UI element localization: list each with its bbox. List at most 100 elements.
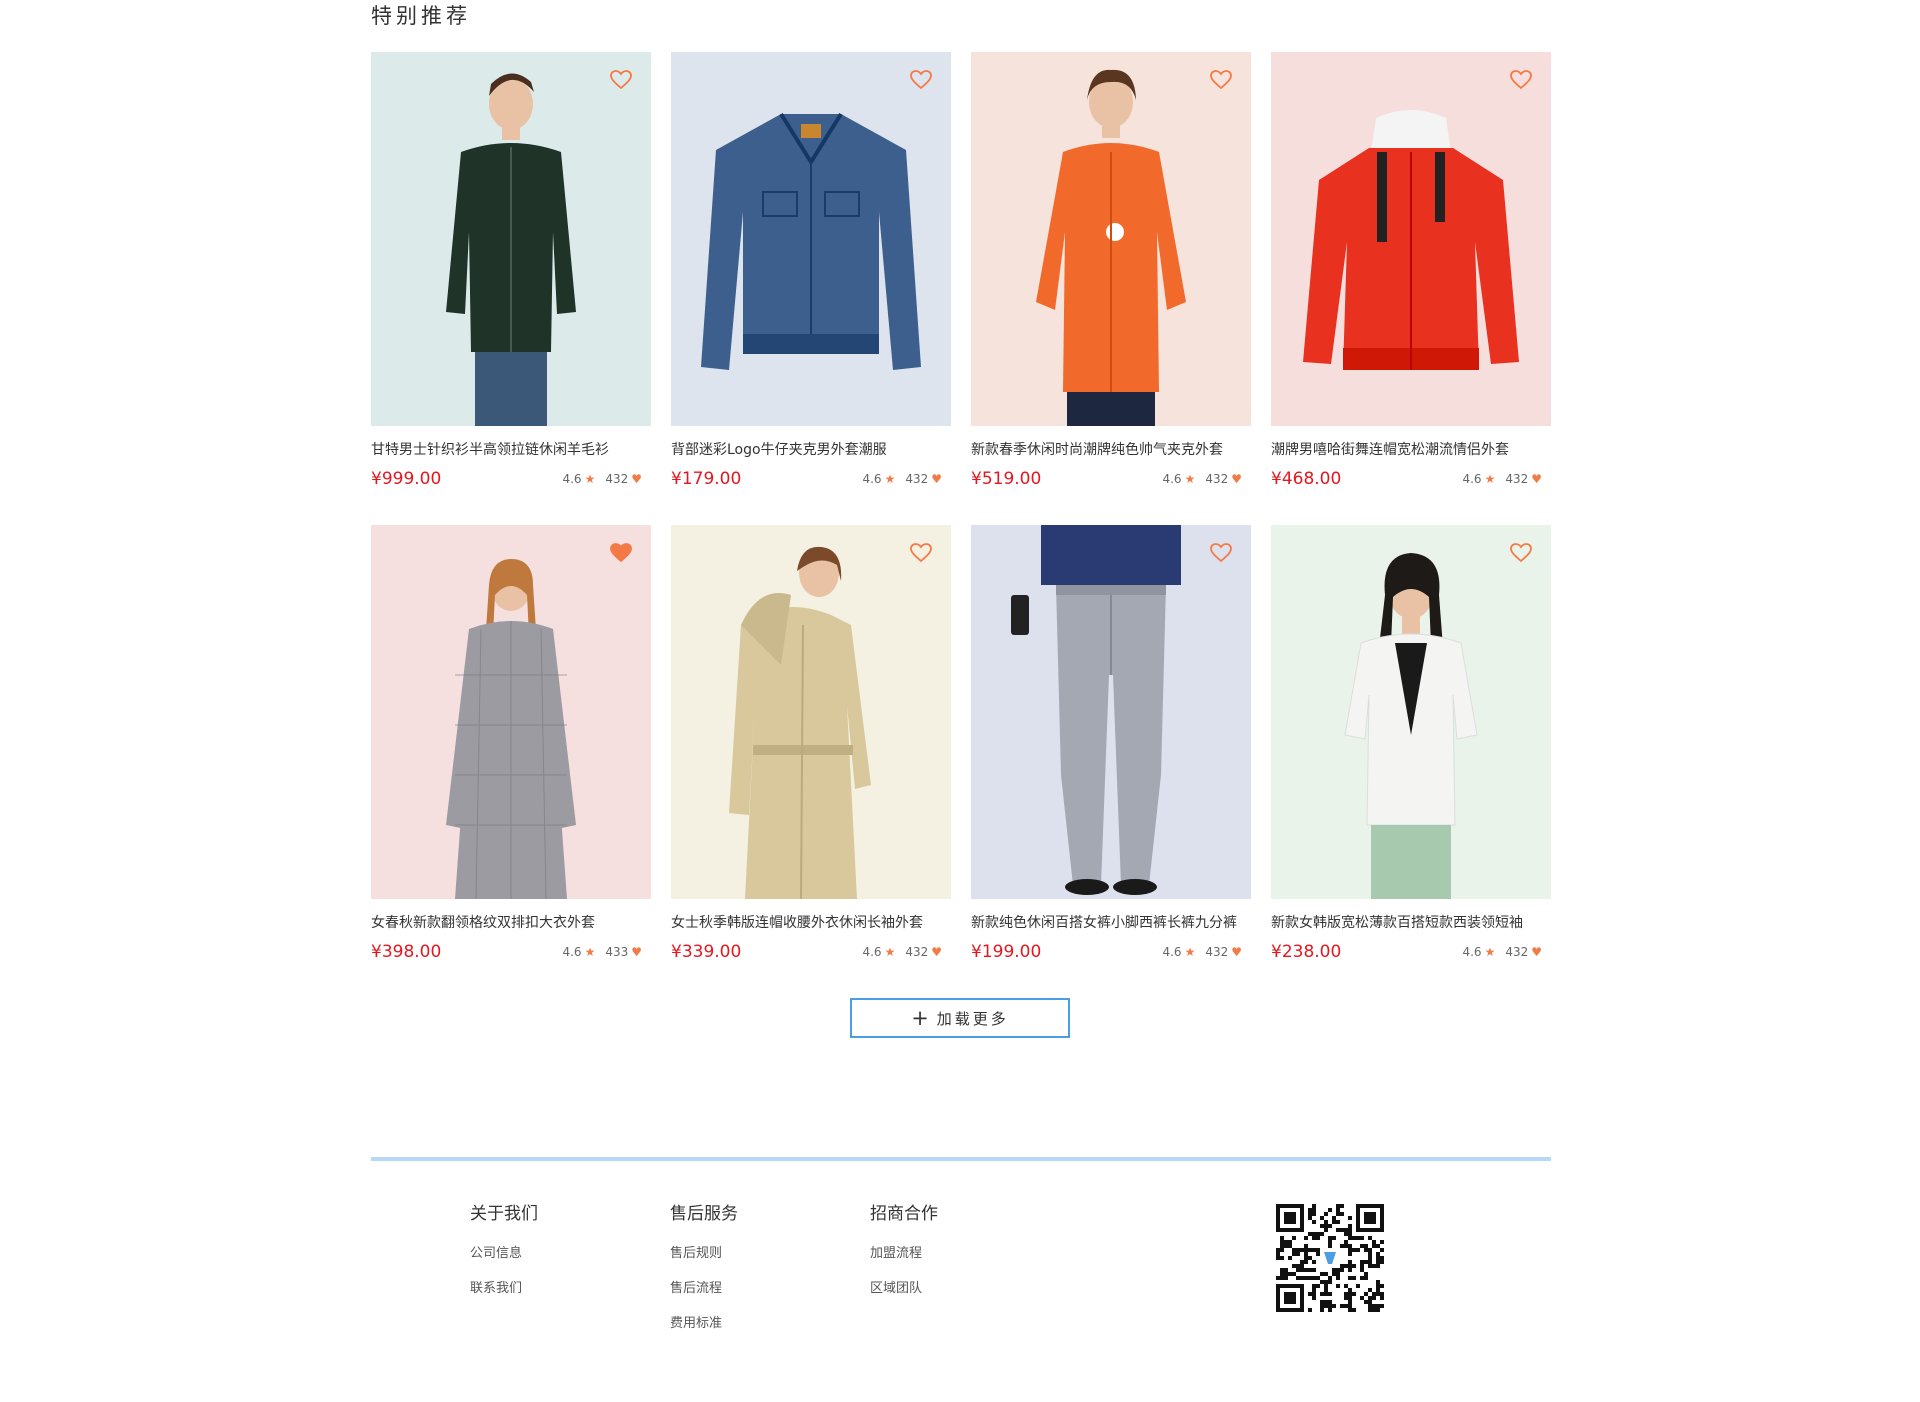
- like-count: 432: [1505, 945, 1529, 959]
- footer-link[interactable]: 区域团队: [870, 1277, 938, 1296]
- product-price: ¥199.00: [971, 942, 1042, 962]
- footer-link[interactable]: 费用标准: [670, 1312, 738, 1331]
- product-card[interactable]: 女士秋季韩版连帽收腰外衣休闲长袖外套 ¥339.00 4.6 ★ 432 ♥: [671, 525, 951, 965]
- star-icon: ★: [884, 945, 896, 959]
- garment-illustration: [1036, 69, 1186, 426]
- like-count: 432: [605, 472, 629, 486]
- rating-value: 4.6: [862, 945, 882, 959]
- product-name[interactable]: 新款女韩版宽松薄款百搭短款西装领短袖: [1271, 912, 1551, 932]
- product-card[interactable]: 女春秋新款翻领格纹双排扣大衣外套 ¥398.00 4.6 ★ 433 ♥: [371, 525, 651, 965]
- footer-link[interactable]: 公司信息: [470, 1242, 538, 1261]
- footer-link[interactable]: 售后规则: [670, 1242, 738, 1261]
- product-card[interactable]: 新款女韩版宽松薄款百搭短款西装领短袖 ¥238.00 4.6 ★ 432 ♥: [1271, 525, 1551, 965]
- product-image[interactable]: [971, 52, 1251, 426]
- product-stats: 4.6 ★ 433 ♥: [562, 945, 642, 959]
- product-stats: 4.6 ★ 432 ♥: [1162, 472, 1242, 486]
- product-image[interactable]: [371, 52, 651, 426]
- rating-value: 4.6: [862, 472, 882, 486]
- footer-divider: [371, 1157, 1551, 1161]
- product-price: ¥999.00: [371, 469, 442, 489]
- product-stats: 4.6 ★ 432 ♥: [862, 945, 942, 959]
- rating-value: 4.6: [1162, 472, 1182, 486]
- product-image[interactable]: [671, 52, 951, 426]
- favorite-heart-icon[interactable]: [610, 543, 632, 563]
- garment-illustration: [446, 559, 576, 899]
- star-icon: ★: [1184, 472, 1196, 486]
- favorite-heart-icon[interactable]: [1510, 543, 1532, 563]
- star-icon: ★: [584, 945, 596, 959]
- product-stats: 4.6 ★ 432 ♥: [862, 472, 942, 486]
- product-name[interactable]: 新款纯色休闲百搭女裤小脚西裤长裤九分裤: [971, 912, 1251, 932]
- product-stats: 4.6 ★ 432 ♥: [1462, 945, 1542, 959]
- heart-icon: ♥: [1531, 472, 1542, 486]
- footer-link[interactable]: 联系我们: [470, 1277, 538, 1296]
- product-image[interactable]: [971, 525, 1251, 899]
- favorite-heart-icon[interactable]: [910, 543, 932, 563]
- heart-icon: ♥: [1531, 945, 1542, 959]
- product-image[interactable]: [671, 525, 951, 899]
- footer-link[interactable]: 加盟流程: [870, 1242, 938, 1261]
- favorite-heart-icon[interactable]: [610, 70, 632, 90]
- product-card[interactable]: 甘特男士针织衫半高领拉链休闲羊毛衫 ¥999.00 4.6 ★ 432 ♥: [371, 52, 651, 492]
- garment-illustration: [701, 112, 921, 370]
- product-name[interactable]: 女士秋季韩版连帽收腰外衣休闲长袖外套: [671, 912, 951, 932]
- qr-code-icon: [1276, 1204, 1384, 1312]
- section-title: 特别推荐: [371, 4, 471, 28]
- like-count: 432: [1205, 945, 1229, 959]
- product-name[interactable]: 甘特男士针织衫半高领拉链休闲羊毛衫: [371, 439, 651, 459]
- favorite-heart-icon[interactable]: [910, 70, 932, 90]
- heart-icon: ♥: [631, 945, 642, 959]
- product-stats: 4.6 ★ 432 ♥: [1462, 472, 1542, 486]
- like-count: 432: [1505, 472, 1529, 486]
- heart-icon: ♥: [631, 472, 642, 486]
- rating-value: 4.6: [1462, 472, 1482, 486]
- heart-icon: ♥: [931, 945, 942, 959]
- rating-value: 4.6: [1162, 945, 1182, 959]
- favorite-heart-icon[interactable]: [1210, 70, 1232, 90]
- footer-link[interactable]: 售后流程: [670, 1277, 738, 1296]
- rating-value: 4.6: [1462, 945, 1482, 959]
- product-price: ¥339.00: [671, 942, 742, 962]
- product-image[interactable]: [1271, 52, 1551, 426]
- product-image[interactable]: [371, 525, 651, 899]
- product-price: ¥468.00: [1271, 469, 1342, 489]
- rating-value: 4.6: [562, 945, 582, 959]
- garment-illustration: [1303, 110, 1519, 370]
- product-stats: 4.6 ★ 432 ♥: [562, 472, 642, 486]
- like-count: 433: [605, 945, 629, 959]
- star-icon: ★: [1484, 945, 1496, 959]
- product-price: ¥179.00: [671, 469, 742, 489]
- product-price: ¥238.00: [1271, 942, 1342, 962]
- product-price: ¥519.00: [971, 469, 1042, 489]
- plus-icon: +: [911, 1005, 929, 1030]
- star-icon: ★: [584, 472, 596, 486]
- footer-column-title: 招商合作: [870, 1204, 938, 1224]
- footer-column-about: 关于我们 公司信息 联系我们: [470, 1199, 538, 1312]
- star-icon: ★: [884, 472, 896, 486]
- product-image[interactable]: [1271, 525, 1551, 899]
- garment-illustration: [446, 73, 576, 426]
- footer-column-title: 关于我们: [470, 1204, 538, 1224]
- product-name[interactable]: 潮牌男嘻哈街舞连帽宽松潮流情侣外套: [1271, 439, 1551, 459]
- product-card[interactable]: 新款春季休闲时尚潮牌纯色帅气夹克外套 ¥519.00 4.6 ★ 432 ♥: [971, 52, 1251, 492]
- like-count: 432: [905, 945, 929, 959]
- heart-icon: ♥: [1231, 945, 1242, 959]
- garment-illustration: [1011, 525, 1181, 895]
- product-name[interactable]: 背部迷彩Logo牛仔夹克男外套潮服: [671, 439, 951, 459]
- product-card[interactable]: 潮牌男嘻哈街舞连帽宽松潮流情侣外套 ¥468.00 4.6 ★ 432 ♥: [1271, 52, 1551, 492]
- garment-illustration: [729, 546, 871, 899]
- product-price: ¥398.00: [371, 942, 442, 962]
- product-name[interactable]: 新款春季休闲时尚潮牌纯色帅气夹克外套: [971, 439, 1251, 459]
- load-more-button[interactable]: + 加载更多: [850, 998, 1070, 1038]
- product-name[interactable]: 女春秋新款翻领格纹双排扣大衣外套: [371, 912, 651, 932]
- like-count: 432: [905, 472, 929, 486]
- favorite-heart-icon[interactable]: [1210, 543, 1232, 563]
- load-more-label: 加载更多: [936, 1009, 1009, 1028]
- footer-column-after-sales: 售后服务 售后规则 售后流程 费用标准: [670, 1199, 738, 1347]
- product-card[interactable]: 新款纯色休闲百搭女裤小脚西裤长裤九分裤 ¥199.00 4.6 ★ 432 ♥: [971, 525, 1251, 965]
- star-icon: ★: [1484, 472, 1496, 486]
- like-count: 432: [1205, 472, 1229, 486]
- product-grid: 甘特男士针织衫半高领拉链休闲羊毛衫 ¥999.00 4.6 ★ 432 ♥ 背部迷彩L…: [371, 52, 1551, 965]
- favorite-heart-icon[interactable]: [1510, 70, 1532, 90]
- product-card[interactable]: 背部迷彩Logo牛仔夹克男外套潮服 ¥179.00 4.6 ★ 432 ♥: [671, 52, 951, 492]
